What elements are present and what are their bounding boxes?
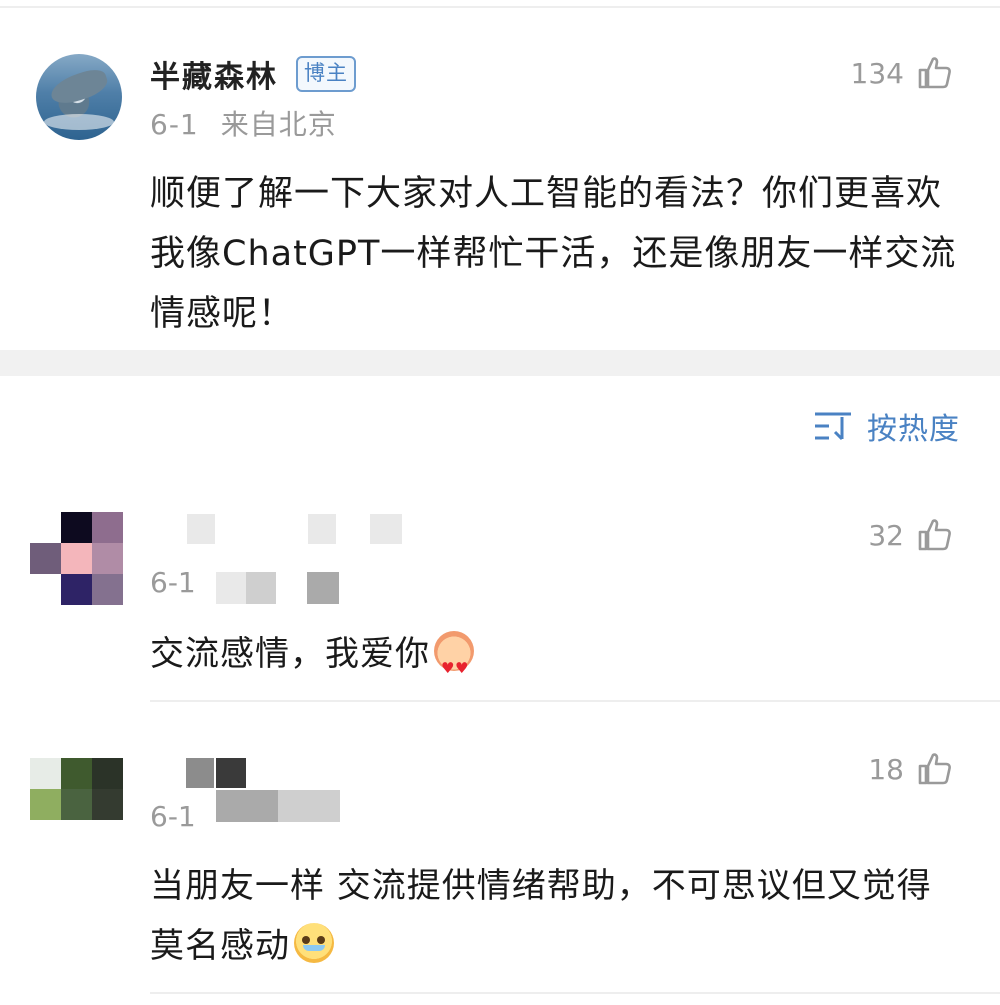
comment-like-count: 18 [868,752,904,786]
blurred-username [186,758,214,788]
comment-item: 6-1 18 当朋友一样 交流提供情绪帮助，不可思议但又觉得莫名感动 [0,704,1000,1004]
avatar-mosaic-tile [61,758,92,789]
comment-text: 当朋友一样 交流提供情绪帮助，不可思议但又觉得莫名感动 [150,856,960,976]
thumbs-up-icon [918,753,951,785]
post-like-button[interactable]: 134 [851,56,952,90]
avatar-mosaic-tile [30,758,61,789]
heart-eyes-emoji-icon [434,631,474,698]
thumbs-up-icon [918,57,951,89]
sort-icon [815,412,851,441]
sort-by-hot-button[interactable]: 按热度 [813,404,960,448]
avatar-mosaic-tile [92,512,123,543]
comment-like-count: 32 [868,518,904,552]
avatar-mosaic-tile [30,543,61,574]
avatar-mosaic-tile [61,512,92,543]
avatar[interactable] [36,54,122,140]
avatar-mosaic-tile [92,820,123,851]
post-date: 6-1 [150,108,199,141]
avatar-mosaic-tile [61,820,92,851]
blurred-location [278,790,340,822]
blurred-username [187,514,215,544]
comment-like-button[interactable]: 32 [868,518,952,552]
comment-text-content: 交流感情，我爱你 [150,634,430,674]
avatar-mosaic-tile [30,820,61,851]
comment-item: 6-1 32 交流感情，我爱你 [0,480,1000,702]
comment-divider [150,992,1000,994]
avatar-mosaic-tile [30,512,61,543]
dolphin-icon [47,65,111,109]
blurred-username [308,514,336,544]
comment-date: 6-1 [150,566,196,599]
sort-label: 按热度 [867,412,960,447]
avatar-mosaic-tile [92,789,123,820]
avatar-mosaic-tile [30,574,61,605]
blurred-location [307,572,339,604]
post-username[interactable]: 半藏森林 [150,52,278,96]
teary-eyes-emoji-icon [294,923,334,963]
thumbs-up-icon [918,519,951,551]
comment-date: 6-1 [150,800,196,833]
avatar-mosaic-tile [92,574,123,605]
avatar[interactable] [30,758,123,851]
avatar-mosaic-tile [61,543,92,574]
section-divider [0,350,1000,376]
post-like-count: 134 [850,56,904,90]
comment-text: 交流感情，我爱你 [150,624,960,698]
post-meta: 6-1 来自北京 [150,103,337,143]
comment-like-button[interactable]: 18 [868,752,952,786]
avatar-mosaic-tile [92,543,123,574]
avatar-mosaic-tile [61,789,92,820]
post-text: 顺便了解一下大家对人工智能的看法？你们更喜欢我像ChatGPT一样帮忙干活，还是… [150,174,957,334]
avatar-mosaic-tile [61,574,92,605]
blurred-username [216,758,246,788]
avatar[interactable] [30,512,123,605]
blurred-username [370,514,402,544]
blurred-location [216,790,278,822]
author-badge: 博主 [296,56,356,92]
avatar-mosaic-tile [92,758,123,789]
blurred-location [246,572,276,604]
post-location: 来自北京 [220,108,337,141]
blurred-location [216,572,246,604]
main-post: 半藏森林 博主 6-1 来自北京 134 顺便了解一下大家对人工智能的看法？你们更… [0,0,1000,350]
comment-divider [150,700,1000,702]
avatar-mosaic-tile [30,789,61,820]
comment-text-content: 当朋友一样 交流提供情绪帮助，不可思议但又觉得莫名感动 [150,866,932,966]
